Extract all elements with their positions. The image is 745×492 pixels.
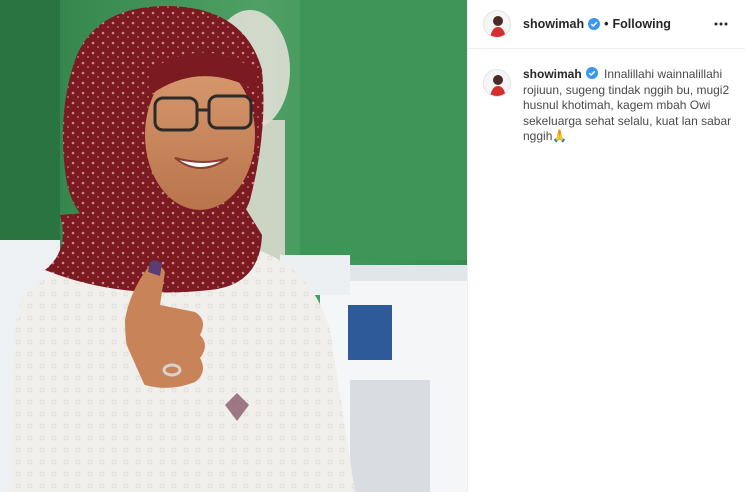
user-avatar[interactable]: [483, 10, 511, 38]
header-user-line: showimah • Following: [523, 17, 671, 31]
caption-avatar[interactable]: [483, 69, 511, 97]
caption-row: showimah Innalillahi wainnalillahi rojiu…: [468, 49, 745, 145]
header-separator: •: [604, 17, 609, 31]
post-photo-image: [0, 0, 467, 492]
caption-body: showimah Innalillahi wainnalillahi rojiu…: [523, 67, 733, 145]
caption-username[interactable]: showimah: [523, 67, 582, 81]
following-button[interactable]: Following: [613, 17, 671, 31]
header-username[interactable]: showimah: [523, 17, 584, 31]
more-options-dots: [714, 22, 728, 26]
verified-badge-icon: [588, 18, 601, 30]
caption-avatar-image: [484, 70, 510, 96]
post-header: showimah • Following: [468, 0, 745, 49]
avatar-image: [484, 11, 510, 37]
verified-badge-icon: [585, 67, 598, 79]
post-sidebar: showimah • Following showimah Innalillah…: [467, 0, 745, 492]
post-photo[interactable]: [0, 0, 467, 492]
more-options-icon[interactable]: [709, 12, 733, 36]
